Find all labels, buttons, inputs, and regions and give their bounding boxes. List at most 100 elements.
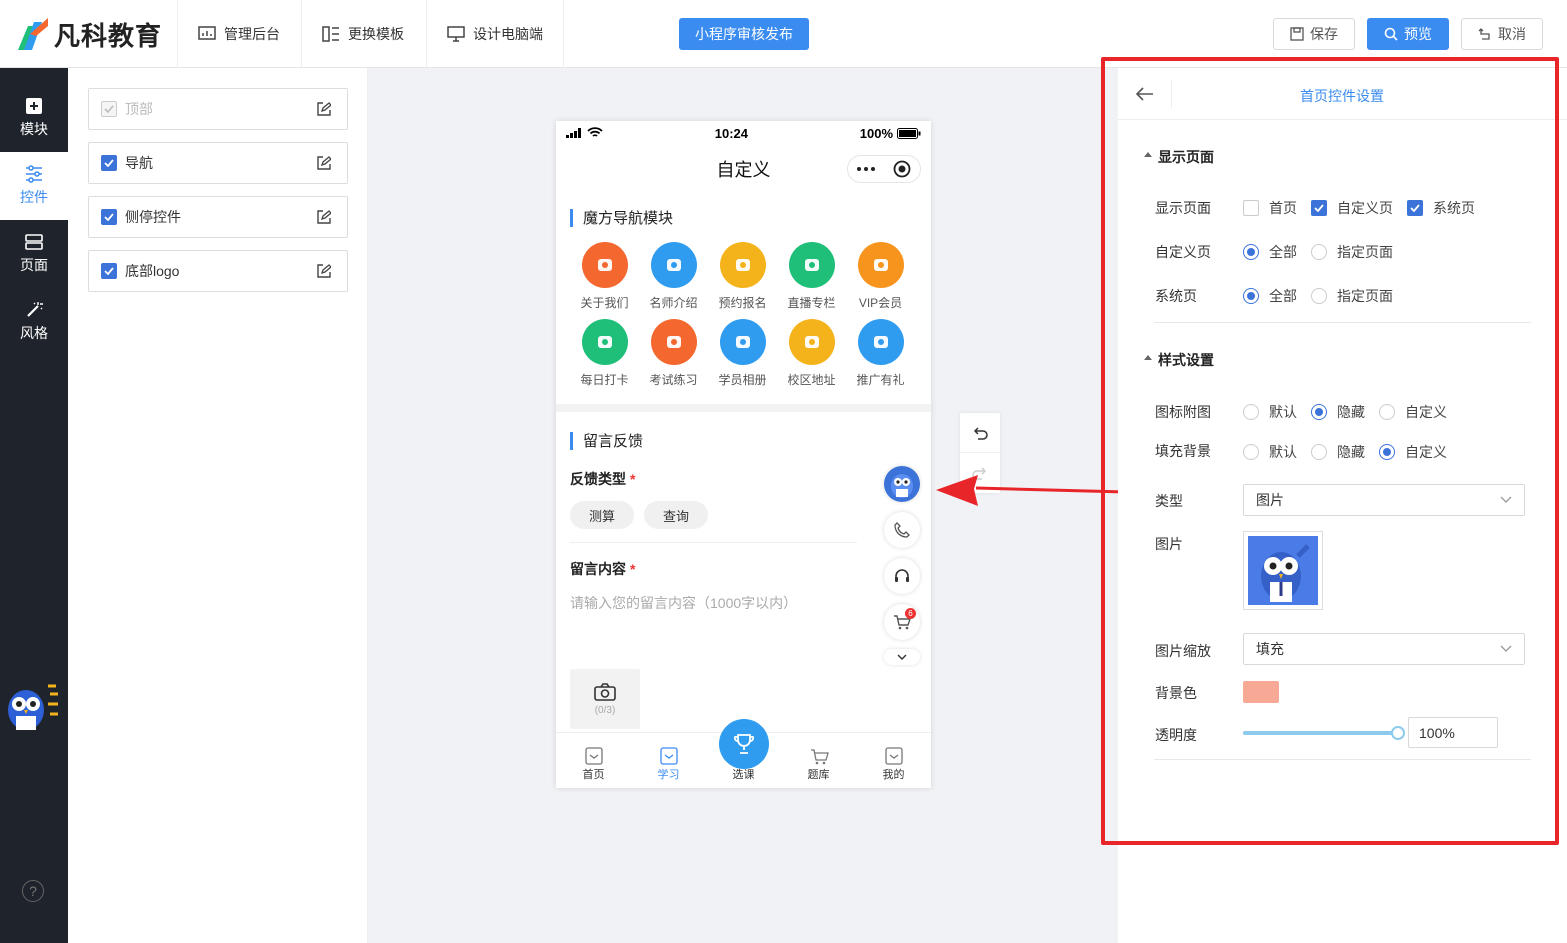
float-service-button[interactable] bbox=[884, 558, 920, 594]
icon-overlay-default[interactable]: 默认 bbox=[1243, 402, 1297, 422]
upload-photo-button[interactable]: (0/3) bbox=[570, 669, 640, 729]
checkbox-unchecked[interactable] bbox=[1243, 200, 1259, 216]
publish-button[interactable]: 小程序审核发布 bbox=[679, 18, 809, 50]
custom-page-all[interactable]: 全部 bbox=[1243, 242, 1297, 262]
system-page-all[interactable]: 全部 bbox=[1243, 286, 1297, 306]
float-cart-button[interactable]: 6 bbox=[884, 604, 920, 640]
sidebar-item-style[interactable]: 风格 bbox=[0, 288, 68, 356]
control-item-side-float[interactable]: 侧停控件 bbox=[88, 196, 348, 238]
edit-icon[interactable] bbox=[317, 156, 331, 170]
float-phone-button[interactable] bbox=[884, 512, 920, 548]
save-button[interactable]: 保存 bbox=[1273, 18, 1355, 50]
controls-panel: 顶部 导航 侧停控件 底部logo bbox=[68, 68, 368, 943]
control-item-top[interactable]: 顶部 bbox=[88, 88, 348, 130]
nav-template-button[interactable]: 更换模板 bbox=[301, 0, 424, 68]
checkbox-checked[interactable] bbox=[1407, 200, 1423, 216]
control-item-nav[interactable]: 导航 bbox=[88, 142, 348, 184]
sidebar-item-modules[interactable]: 模块 bbox=[0, 84, 68, 152]
tab-study[interactable]: 学习 bbox=[639, 746, 699, 782]
owl-image-icon bbox=[1248, 536, 1318, 605]
float-collapse-button[interactable] bbox=[884, 649, 920, 665]
control-item-bottom-logo[interactable]: 底部logo bbox=[88, 250, 348, 292]
radio-unselected[interactable] bbox=[1243, 404, 1259, 420]
type-select[interactable]: 图片 bbox=[1243, 484, 1525, 516]
nav-grid-item[interactable]: 预约报名 bbox=[708, 242, 777, 311]
edit-icon[interactable] bbox=[317, 264, 331, 278]
fill-bg-default[interactable]: 默认 bbox=[1243, 442, 1297, 462]
sidebar-item-controls[interactable]: 控件 bbox=[0, 152, 68, 220]
nav-grid-item[interactable]: 名师介绍 bbox=[639, 242, 708, 311]
fill-bg-hidden[interactable]: 隐藏 bbox=[1311, 442, 1365, 462]
feedback-type-tag[interactable]: 测算 bbox=[570, 501, 634, 529]
icon-overlay-hidden[interactable]: 隐藏 bbox=[1311, 402, 1365, 422]
nav-grid-item[interactable]: 学员相册 bbox=[708, 319, 777, 388]
close-target-icon[interactable] bbox=[893, 160, 911, 178]
signal-wifi bbox=[566, 127, 603, 139]
brand-logo[interactable]: 凡科教育 bbox=[14, 14, 162, 54]
sidebar-item-pages[interactable]: 页面 bbox=[0, 220, 68, 288]
template-icon bbox=[322, 26, 339, 42]
edit-icon[interactable] bbox=[317, 102, 331, 116]
radio-unselected[interactable] bbox=[1311, 444, 1327, 460]
status-time: 10:24 bbox=[714, 125, 748, 141]
checkbox-checked[interactable] bbox=[101, 155, 117, 171]
custom-page-specified[interactable]: 指定页面 bbox=[1311, 242, 1393, 262]
system-page-specified[interactable]: 指定页面 bbox=[1311, 286, 1393, 306]
nav-pc-design-button[interactable]: 设计电脑端 bbox=[426, 0, 564, 68]
float-avatar-button[interactable] bbox=[884, 466, 920, 502]
tab-home[interactable]: 首页 bbox=[564, 746, 624, 782]
opacity-input[interactable]: 100% bbox=[1408, 717, 1498, 748]
back-arrow-icon[interactable] bbox=[1136, 87, 1154, 101]
tab-center-button[interactable] bbox=[719, 719, 769, 769]
radio-unselected[interactable] bbox=[1379, 404, 1395, 420]
option-label: 全部 bbox=[1269, 244, 1297, 260]
nav-grid-item[interactable]: 校区地址 bbox=[777, 319, 846, 388]
display-page-custom[interactable]: 自定义页 bbox=[1311, 198, 1393, 218]
help-icon[interactable]: ? bbox=[22, 880, 44, 902]
image-label: 图片 bbox=[1155, 536, 1183, 552]
option-label: 全部 bbox=[1269, 288, 1297, 304]
radio-unselected[interactable] bbox=[1311, 244, 1327, 260]
nav-grid-item[interactable]: 考试练习 bbox=[639, 319, 708, 388]
nav-grid-item[interactable]: 推广有礼 bbox=[846, 319, 915, 388]
nav-grid-item[interactable]: 关于我们 bbox=[570, 242, 639, 311]
mini-program-capsule[interactable] bbox=[847, 155, 921, 183]
nav-grid-item[interactable]: VIP会员 bbox=[846, 242, 915, 311]
display-page-home[interactable]: 首页 bbox=[1243, 198, 1297, 218]
fill-bg-custom[interactable]: 自定义 bbox=[1379, 442, 1447, 462]
nav-grid-item[interactable]: 直播专栏 bbox=[777, 242, 846, 311]
display-page-system[interactable]: 系统页 bbox=[1407, 198, 1475, 218]
radio-selected[interactable] bbox=[1311, 404, 1327, 420]
image-picker[interactable] bbox=[1243, 531, 1323, 610]
study-tab-icon bbox=[659, 747, 678, 765]
radio-unselected[interactable] bbox=[1311, 288, 1327, 304]
more-dots-icon[interactable] bbox=[857, 167, 875, 171]
feedback-type-tag[interactable]: 查询 bbox=[644, 501, 708, 529]
edit-icon[interactable] bbox=[317, 210, 331, 224]
checkbox-checked[interactable] bbox=[101, 209, 117, 225]
tab-question-bank[interactable]: 题库 bbox=[789, 746, 849, 782]
nav-grid-item[interactable]: 每日打卡 bbox=[570, 319, 639, 388]
radio-selected[interactable] bbox=[1379, 444, 1395, 460]
sidebar-item-label: 控件 bbox=[20, 189, 48, 205]
opacity-slider-handle[interactable] bbox=[1391, 726, 1405, 740]
message-input[interactable]: 请输入您的留言内容（1000字以内） bbox=[570, 593, 917, 613]
radio-selected[interactable] bbox=[1243, 244, 1259, 260]
cancel-button[interactable]: 取消 bbox=[1461, 18, 1543, 50]
nav-admin-button[interactable]: 管理后台 bbox=[177, 0, 300, 68]
checkbox-checked[interactable] bbox=[1311, 200, 1327, 216]
preview-button[interactable]: 预览 bbox=[1367, 18, 1449, 50]
checkbox-checked[interactable] bbox=[101, 263, 117, 279]
bg-color-swatch[interactable] bbox=[1243, 681, 1279, 703]
custom-page-label: 自定义页 bbox=[1155, 244, 1211, 260]
display-section-title[interactable]: 显示页面 bbox=[1144, 147, 1214, 167]
image-scale-select[interactable]: 填充 bbox=[1243, 633, 1525, 665]
style-section-title[interactable]: 样式设置 bbox=[1144, 350, 1214, 370]
undo-button[interactable] bbox=[960, 413, 1000, 453]
radio-selected[interactable] bbox=[1243, 288, 1259, 304]
icon-overlay-custom[interactable]: 自定义 bbox=[1379, 402, 1447, 422]
feedback-title-text: 留言反馈 bbox=[583, 433, 644, 450]
opacity-slider-track[interactable] bbox=[1243, 726, 1405, 740]
tab-mine[interactable]: 我的 bbox=[864, 746, 924, 782]
radio-unselected[interactable] bbox=[1243, 444, 1259, 460]
